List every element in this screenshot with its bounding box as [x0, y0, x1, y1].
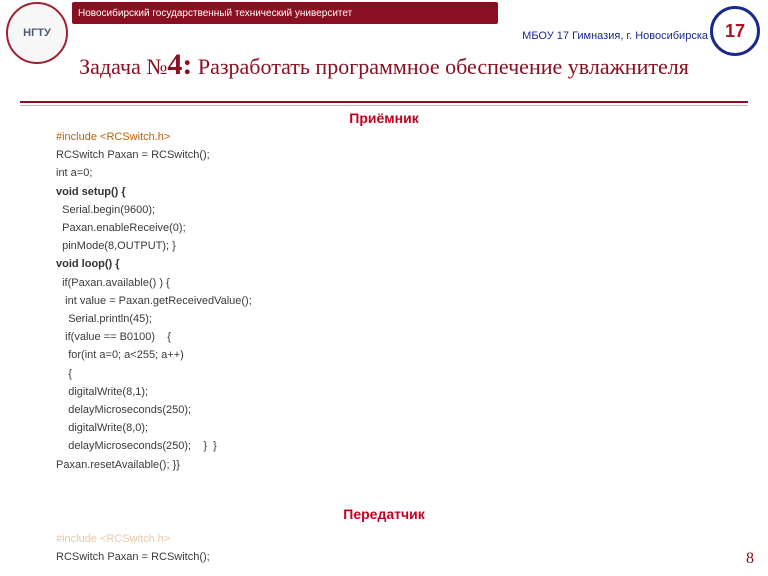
code-line: if(value == B0100) {	[56, 328, 252, 346]
code-line: delayMicroseconds(250); } }	[56, 437, 252, 455]
divider-main	[20, 101, 748, 103]
code-line: delayMicroseconds(250);	[56, 401, 252, 419]
code-block-transmitter: #include <RCSwitch.h> RCSwitch Paxan = R…	[56, 530, 210, 566]
code-line: Serial.begin(9600);	[56, 201, 252, 219]
code-line: digitalWrite(8,0);	[56, 419, 252, 437]
code-line: void loop() {	[56, 255, 252, 273]
school-name: МБОУ 17 Гимназия, г. Новосибирска	[522, 30, 708, 42]
code-line: int a=0;	[56, 164, 252, 182]
code-line: Serial.println(45);	[56, 310, 252, 328]
code-line: #include <RCSwitch.h>	[56, 128, 252, 146]
logo-text: НГТУ	[23, 27, 51, 39]
code-block-receiver: #include <RCSwitch.h> RCSwitch Paxan = R…	[56, 128, 252, 474]
code-line: {	[56, 365, 252, 383]
code-line: RCSwitch Paxan = RCSwitch();	[56, 146, 252, 164]
section-receiver: Приёмник	[0, 110, 768, 126]
university-name: Новосибирский государственный технически…	[78, 8, 352, 19]
code-line: pinMode(8,OUTPUT); }	[56, 237, 252, 255]
divider-sub	[20, 105, 748, 106]
slide-title: Задача №4: Разработать программное обесп…	[0, 48, 768, 82]
school-logo-text: 17	[725, 21, 745, 42]
code-line: Paxan.resetAvailable(); }}	[56, 456, 252, 474]
section-transmitter: Передатчик	[0, 506, 768, 522]
code-line: Paxan.enableReceive(0);	[56, 219, 252, 237]
title-rest: Разработать программное обеспечение увла…	[192, 54, 688, 79]
title-prefix: Задача №	[79, 54, 167, 79]
code-line: int value = Paxan.getReceivedValue();	[56, 292, 252, 310]
code-line: digitalWrite(8,1);	[56, 383, 252, 401]
code-line: #include <RCSwitch.h>	[56, 530, 210, 548]
code-line: for(int a=0; a<255; a++)	[56, 346, 252, 364]
title-num: 4:	[167, 48, 192, 81]
page-number: 8	[746, 550, 754, 568]
code-line: if(Paxan.available() ) {	[56, 274, 252, 292]
code-line: void setup() {	[56, 183, 252, 201]
header-bar: Новосибирский государственный технически…	[72, 2, 498, 24]
code-line: RCSwitch Paxan = RCSwitch();	[56, 548, 210, 566]
